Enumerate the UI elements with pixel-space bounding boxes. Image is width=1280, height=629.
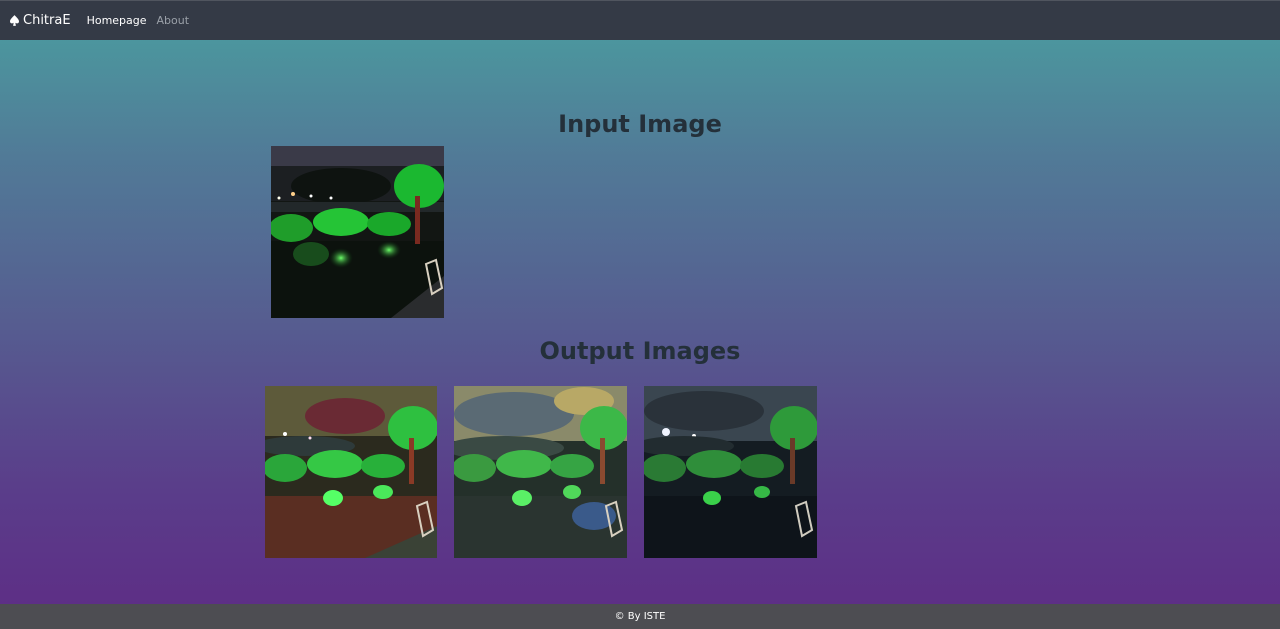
nav-about-link[interactable]: About [157, 14, 190, 27]
navbar: ChitraE Homepage About [0, 0, 1280, 40]
brand-link[interactable]: ChitraE [10, 13, 71, 28]
footer-copyright: © By ISTE [614, 611, 666, 622]
brand-name: ChitraE [23, 13, 71, 28]
nav-homepage-link[interactable]: Homepage [87, 14, 147, 27]
input-image-title: Input Image [558, 110, 722, 138]
footer: © By ISTE [0, 604, 1280, 629]
output-image-3 [644, 386, 817, 558]
output-image-1 [265, 386, 437, 558]
output-images-title: Output Images [539, 337, 741, 365]
spade-icon [10, 15, 19, 26]
input-image [271, 146, 444, 318]
output-image-2 [454, 386, 627, 558]
